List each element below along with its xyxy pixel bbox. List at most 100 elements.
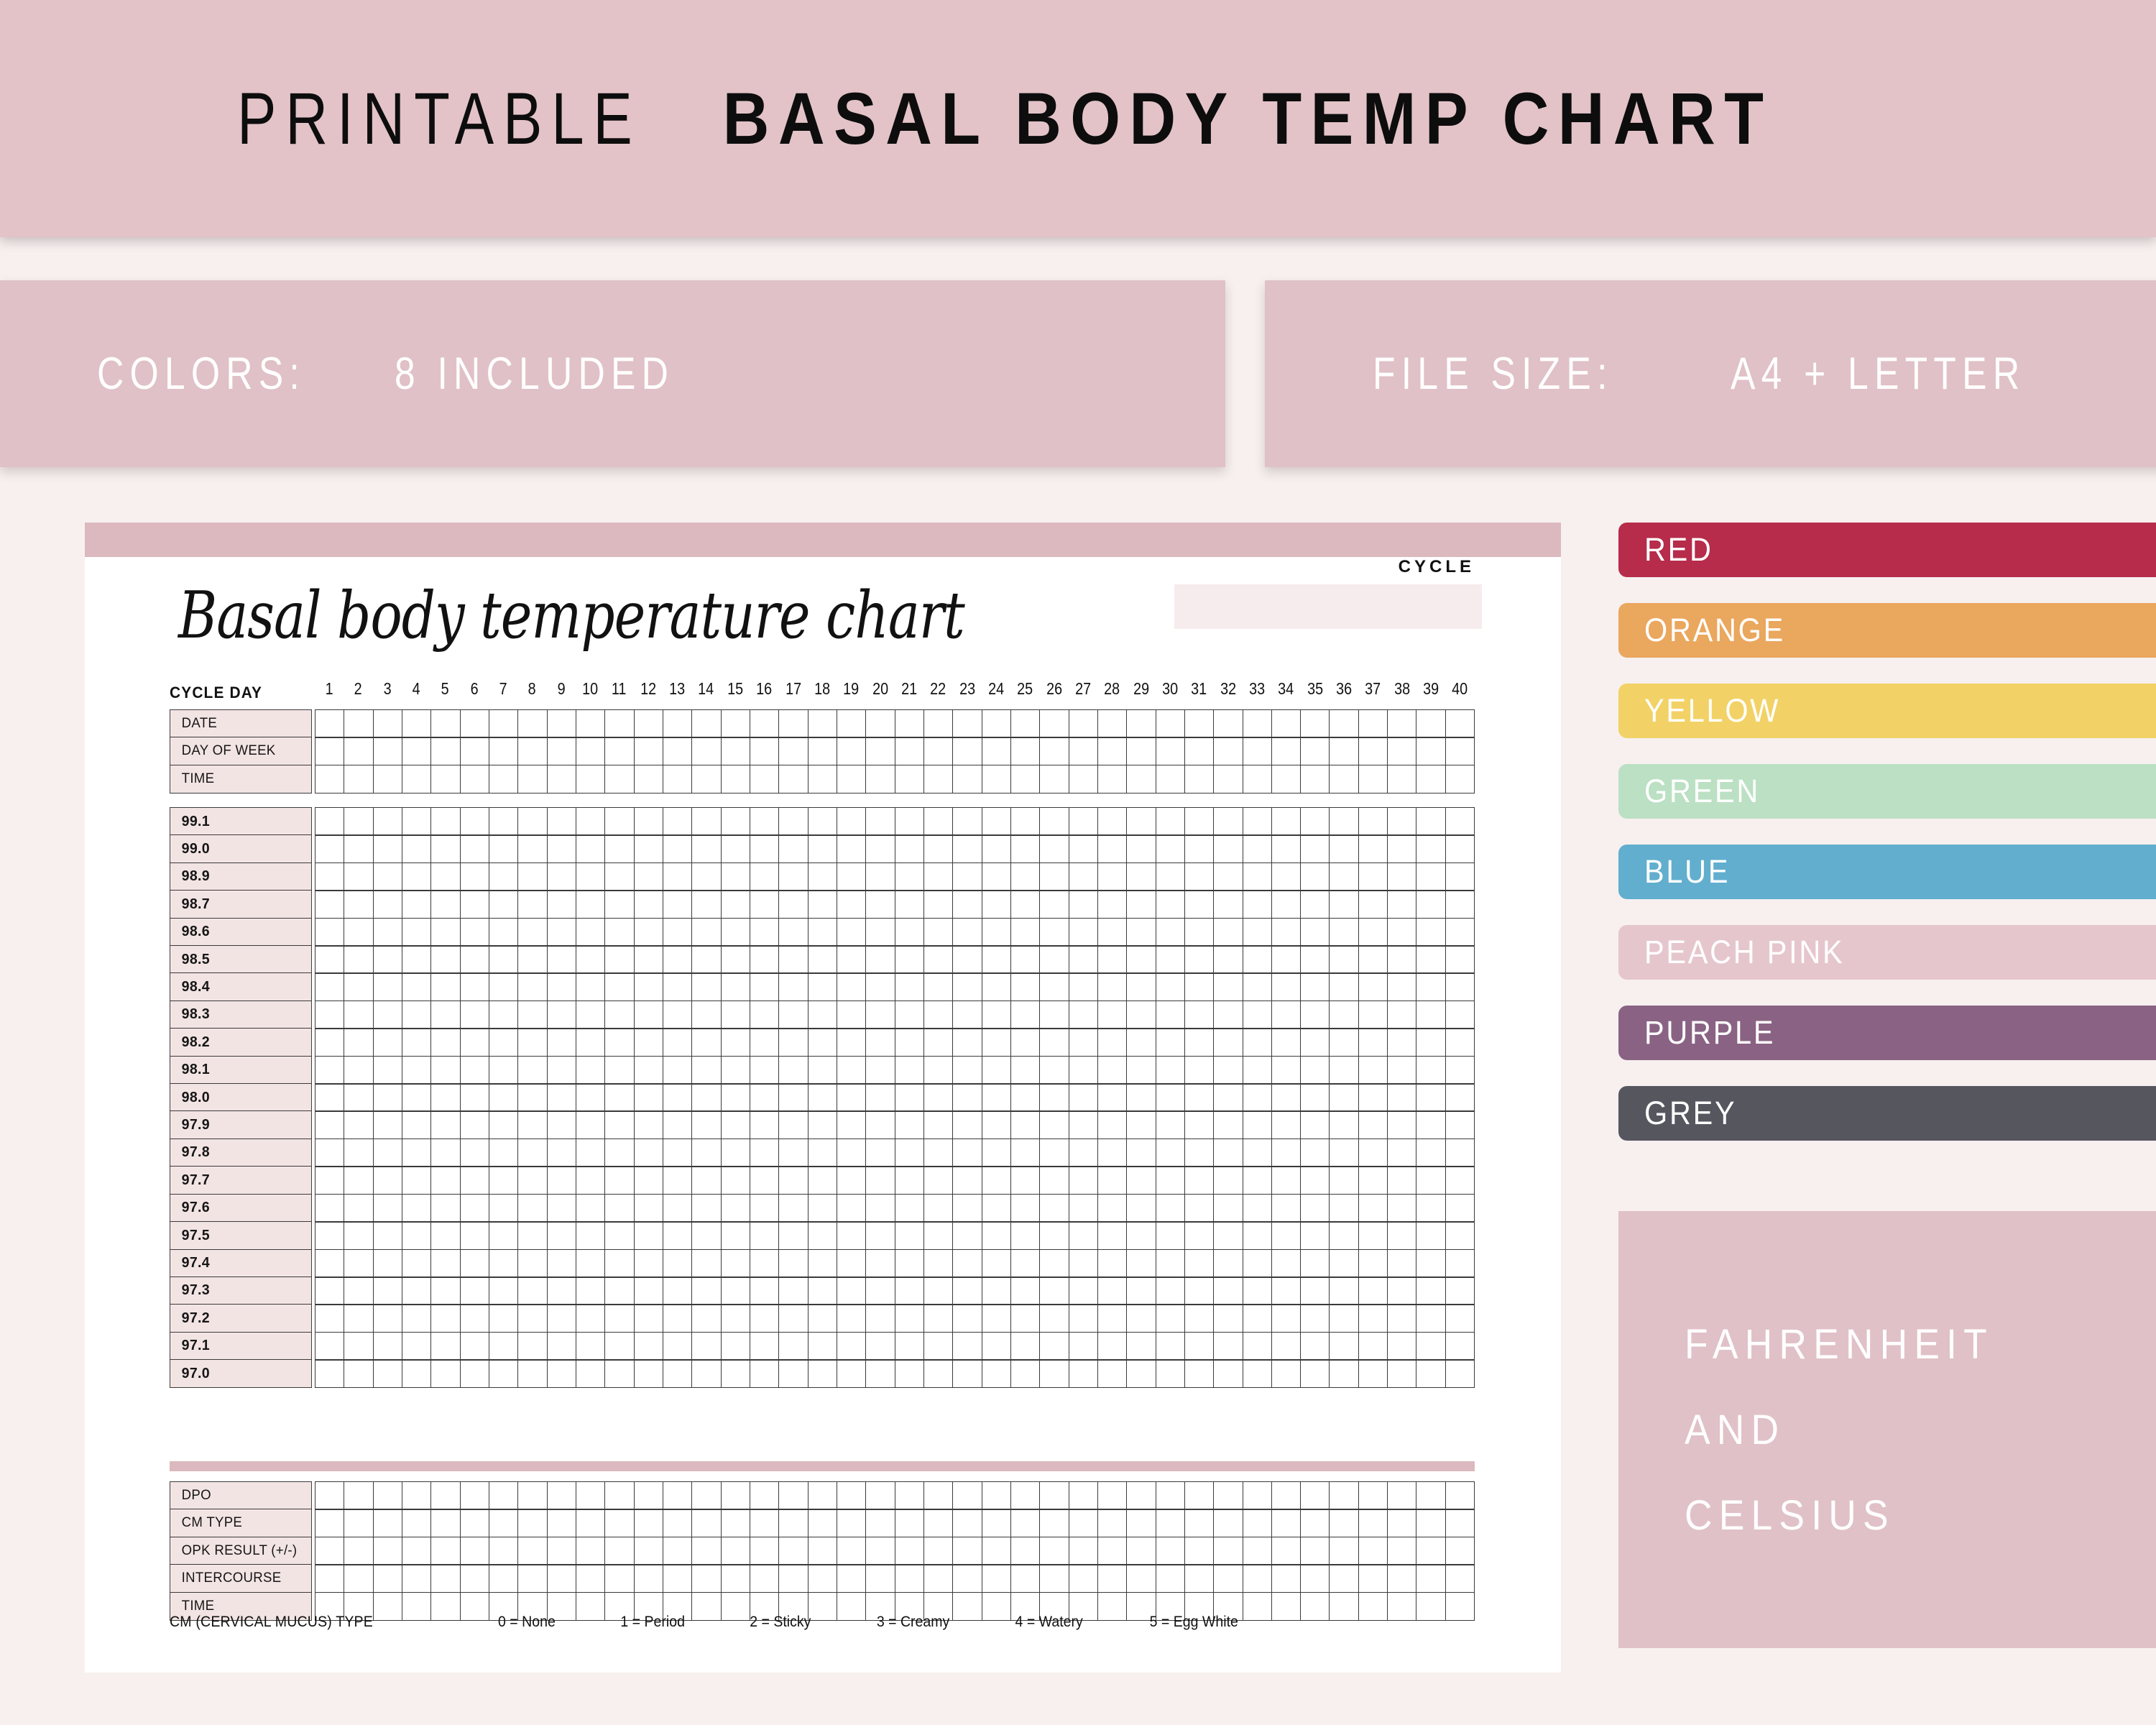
grid-cell[interactable] [749, 1276, 778, 1305]
grid-cell[interactable] [720, 1029, 750, 1057]
grid-cell[interactable] [1358, 1305, 1387, 1333]
grid-cell[interactable] [952, 808, 981, 835]
grid-cell[interactable] [691, 835, 720, 863]
grid-cell[interactable] [749, 918, 778, 946]
grid-cell[interactable] [894, 918, 923, 946]
grid-cell[interactable] [865, 1056, 894, 1084]
grid-cell[interactable] [952, 1056, 981, 1084]
grid-cell[interactable] [894, 737, 923, 765]
grid-cell[interactable] [459, 946, 489, 974]
grid-cell[interactable] [1387, 1084, 1416, 1112]
grid-cell[interactable] [459, 1509, 489, 1537]
grid-cell[interactable] [430, 1332, 459, 1360]
grid-cell[interactable] [1271, 1509, 1300, 1537]
grid-cell[interactable] [1213, 1305, 1242, 1333]
grid-cell[interactable] [1271, 1000, 1300, 1029]
grid-cell[interactable] [1416, 835, 1445, 863]
grid-cell[interactable] [604, 1360, 633, 1388]
grid-cell[interactable] [1300, 1249, 1329, 1277]
grid-cell[interactable] [1242, 765, 1271, 793]
grid-cell[interactable] [1155, 710, 1184, 737]
grid-cell[interactable] [865, 1482, 894, 1509]
grid-cell[interactable] [1387, 946, 1416, 974]
grid-cell[interactable] [372, 1111, 402, 1139]
grid-cell[interactable] [662, 862, 691, 891]
grid-cell[interactable] [691, 862, 720, 891]
grid-cell[interactable] [315, 1167, 344, 1195]
grid-cell[interactable] [430, 1509, 459, 1537]
grid-cell[interactable] [1010, 1537, 1039, 1565]
grid-cell[interactable] [1155, 1249, 1184, 1277]
grid-cell[interactable] [1126, 1537, 1155, 1565]
grid-cell[interactable] [865, 737, 894, 765]
grid-cell[interactable] [517, 1249, 546, 1277]
grid-cell[interactable] [1271, 710, 1300, 737]
grid-cell[interactable] [315, 918, 344, 946]
grid-cell[interactable] [517, 1056, 546, 1084]
grid-cell[interactable] [372, 1276, 402, 1305]
grid-cell[interactable] [633, 1222, 663, 1250]
grid-cell[interactable] [1184, 1029, 1213, 1057]
grid-cell[interactable] [1184, 1167, 1213, 1195]
grid-cell[interactable] [459, 918, 489, 946]
grid-cell[interactable] [517, 808, 546, 835]
grid-cell[interactable] [315, 973, 344, 1001]
grid-cell[interactable] [546, 1167, 576, 1195]
grid-cell[interactable] [1068, 1537, 1097, 1565]
grid-cell[interactable] [401, 835, 430, 863]
grid-cell[interactable] [1358, 1537, 1387, 1565]
grid-cell[interactable] [1271, 808, 1300, 835]
grid-cell[interactable] [1010, 1056, 1039, 1084]
grid-cell[interactable] [952, 1138, 981, 1167]
grid-cell[interactable] [1329, 1056, 1358, 1084]
grid-cell[interactable] [1213, 1138, 1242, 1167]
grid-cell[interactable] [372, 1084, 402, 1112]
grid-cell[interactable] [1242, 973, 1271, 1001]
grid-cell[interactable] [923, 1276, 952, 1305]
grid-cell[interactable] [720, 918, 750, 946]
grid-cell[interactable] [894, 1360, 923, 1388]
grid-cell[interactable] [1039, 1537, 1068, 1565]
grid-cell[interactable] [952, 973, 981, 1001]
grid-cell[interactable] [488, 918, 517, 946]
grid-cell[interactable] [517, 891, 546, 919]
grid-cell[interactable] [662, 1167, 691, 1195]
grid-cell[interactable] [1068, 710, 1097, 737]
grid-cell[interactable] [1039, 973, 1068, 1001]
grid-cell[interactable] [981, 946, 1010, 974]
grid-cell[interactable] [952, 1222, 981, 1250]
grid-cell[interactable] [459, 1084, 489, 1112]
grid-cell[interactable] [604, 1138, 633, 1167]
grid-cell[interactable] [894, 1167, 923, 1195]
grid-cell[interactable] [575, 891, 604, 919]
grid-cell[interactable] [923, 1111, 952, 1139]
grid-cell[interactable] [836, 862, 865, 891]
grid-cell[interactable] [1300, 1167, 1329, 1195]
grid-cell[interactable] [1010, 862, 1039, 891]
grid-cell[interactable] [315, 1029, 344, 1057]
grid-cell[interactable] [604, 946, 633, 974]
grid-cell[interactable] [923, 973, 952, 1001]
grid-cell[interactable] [1097, 918, 1126, 946]
grid-cell[interactable] [488, 1249, 517, 1277]
grid-cell[interactable] [836, 1222, 865, 1250]
grid-cell[interactable] [372, 1509, 402, 1537]
grid-cell[interactable] [865, 1029, 894, 1057]
grid-cell[interactable] [662, 737, 691, 765]
grid-cell[interactable] [1213, 765, 1242, 793]
grid-cell[interactable] [488, 1167, 517, 1195]
grid-cell[interactable] [1097, 862, 1126, 891]
grid-cell[interactable] [1184, 1222, 1213, 1250]
grid-cell[interactable] [1213, 1000, 1242, 1029]
grid-cell[interactable] [1068, 1276, 1097, 1305]
grid-cell[interactable] [720, 1509, 750, 1537]
grid-cell[interactable] [401, 1084, 430, 1112]
grid-cell[interactable] [1068, 1111, 1097, 1139]
grid-cell[interactable] [807, 1249, 837, 1277]
grid-cell[interactable] [459, 835, 489, 863]
grid-cell[interactable] [1242, 1482, 1271, 1509]
grid-cell[interactable] [1358, 918, 1387, 946]
grid-cell[interactable] [575, 1167, 604, 1195]
grid-cell[interactable] [662, 1482, 691, 1509]
grid-cell[interactable] [372, 946, 402, 974]
